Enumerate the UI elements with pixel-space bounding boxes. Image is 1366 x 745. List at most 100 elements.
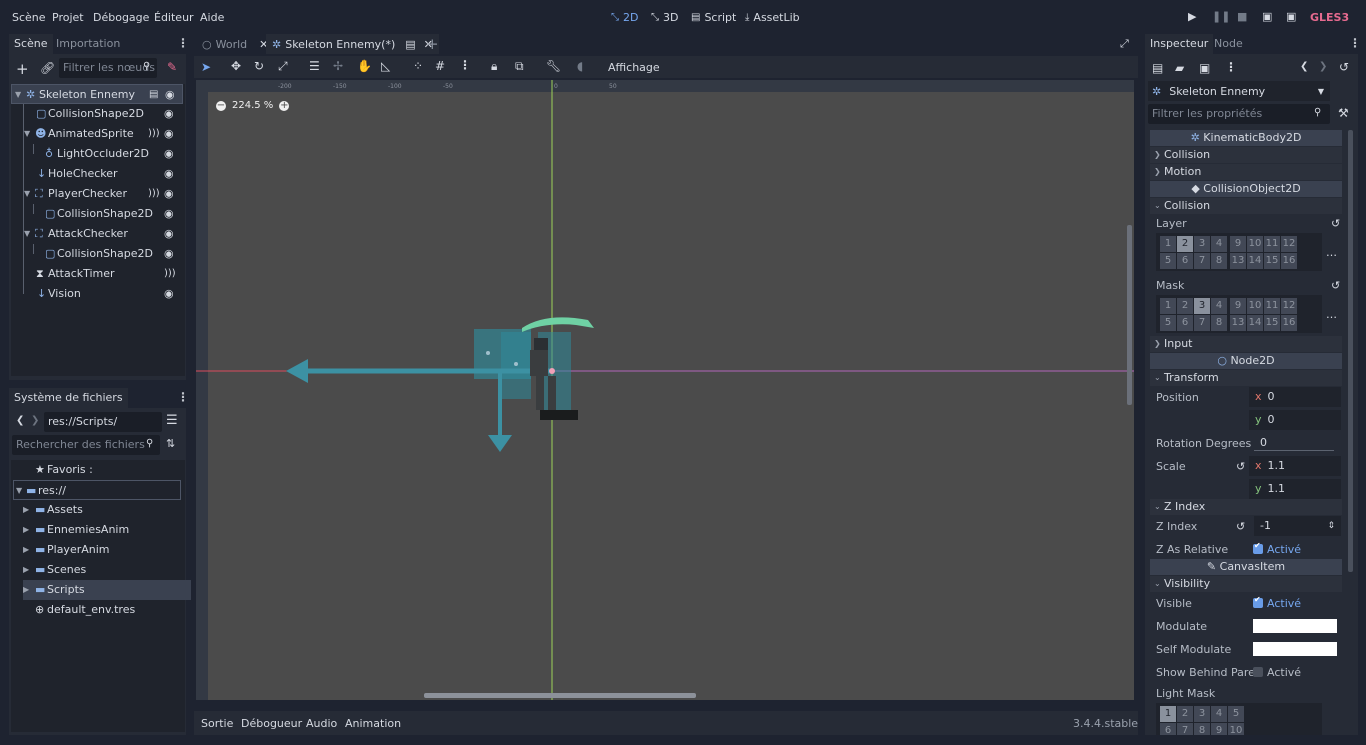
tab-script[interactable]: ▤ Script: [691, 11, 736, 24]
chevron-right-icon[interactable]: ▶: [23, 520, 29, 540]
menu-scene[interactable]: Scène: [12, 11, 46, 24]
revert-icon[interactable]: ↺: [1331, 217, 1340, 230]
tab-scene[interactable]: Scène: [9, 34, 53, 54]
mask-bit[interactable]: 9: [1230, 298, 1246, 314]
play-custom-icon[interactable]: ▣: [1286, 10, 1296, 23]
path-field[interactable]: res://Scripts/: [44, 412, 162, 432]
layer-bit[interactable]: 4: [1211, 236, 1227, 252]
category-transform[interactable]: ⌄ Transform: [1150, 370, 1342, 386]
add-tab-icon[interactable]: +: [426, 35, 439, 53]
chevron-right-icon[interactable]: ▶: [23, 500, 29, 520]
chevron-down-icon[interactable]: ▼: [16, 481, 22, 501]
back-icon[interactable]: ❮: [16, 415, 24, 426]
more-layers-icon[interactable]: …: [1326, 246, 1337, 259]
light-mask-bit[interactable]: 3: [1194, 706, 1210, 722]
pan-tool-icon[interactable]: ✋: [357, 59, 372, 73]
tab-debugger[interactable]: Débogueur: [241, 717, 302, 730]
tree-node-lightoccluder2d[interactable]: ♁ LightOccluder2D ◉: [11, 144, 183, 164]
mask-bit[interactable]: 2: [1177, 298, 1193, 314]
tree-node-playerchecker[interactable]: ▼ ⛶ PlayerChecker ))) ◉: [11, 184, 183, 204]
signal-icon[interactable]: ))): [148, 124, 160, 144]
position-y-field[interactable]: y0: [1249, 410, 1341, 430]
tree-node-vision[interactable]: ↓ Vision ◉: [11, 284, 183, 304]
position-x-field[interactable]: x0: [1249, 387, 1341, 407]
category-input[interactable]: ❯ Input: [1150, 336, 1342, 352]
chevron-right-icon[interactable]: ▶: [23, 560, 29, 580]
zoom-out-icon[interactable]: −: [216, 100, 226, 111]
tab-assetlib[interactable]: ⤓ AssetLib: [745, 11, 800, 24]
visibility-eye-icon[interactable]: ◉: [164, 284, 174, 304]
tree-node-collisionshape2d[interactable]: ▢ CollisionShape2D ◉: [11, 244, 183, 264]
scale-x-field[interactable]: x 1.1: [1249, 456, 1341, 476]
group-icon[interactable]: ⧉: [515, 59, 524, 74]
tree-node-collisionshape2d[interactable]: ▢ CollisionShape2D ◉: [11, 104, 183, 124]
layer-bit[interactable]: 12: [1281, 236, 1297, 252]
light-mask-bit[interactable]: 8: [1194, 723, 1210, 735]
dock-menu-icon[interactable]: ⋮: [177, 390, 189, 404]
tree-node-collisionshape2d[interactable]: ▢ CollisionShape2D ◉: [11, 204, 183, 224]
play-scene-icon[interactable]: ▣: [1262, 10, 1272, 23]
layer-bit[interactable]: 15: [1264, 253, 1280, 269]
list-item-scripts[interactable]: ▶ ▬ Scripts: [23, 580, 191, 600]
visibility-eye-icon[interactable]: ◉: [164, 204, 174, 224]
forward-icon[interactable]: ❯: [31, 415, 39, 426]
light-mask-bit[interactable]: 10: [1228, 723, 1244, 735]
visibility-eye-icon[interactable]: ◉: [164, 104, 174, 124]
mask-bit[interactable]: 14: [1247, 315, 1263, 331]
tree-node-attacktimer[interactable]: ⧗ AttackTimer ))): [11, 264, 183, 284]
file-search-input[interactable]: Rechercher des fichiers: [12, 435, 160, 455]
layer-bit[interactable]: 13: [1230, 253, 1246, 269]
move-tool-icon[interactable]: ✥: [231, 59, 241, 73]
select-tool-icon[interactable]: ➤: [201, 60, 211, 74]
mask-bit[interactable]: 5: [1160, 315, 1176, 331]
chevron-down-icon[interactable]: ▼: [15, 85, 21, 105]
signal-icon[interactable]: ))): [164, 264, 176, 284]
chevron-right-icon[interactable]: ▶: [23, 540, 29, 560]
visibility-eye-icon[interactable]: ◉: [164, 164, 174, 184]
tree-node-attackchecker[interactable]: ▼ ⛶ AttackChecker ◉: [11, 224, 183, 244]
category-z-index[interactable]: ⌄ Z Index: [1150, 499, 1342, 515]
tree-node-holechecker[interactable]: ↓ HoleChecker ◉: [11, 164, 183, 184]
layer-bit[interactable]: 11: [1264, 236, 1280, 252]
layer-bit[interactable]: 7: [1194, 253, 1210, 269]
mask-bit[interactable]: 4: [1211, 298, 1227, 314]
list-item-assets[interactable]: ▶ ▬ Assets: [23, 500, 191, 520]
more-layers-icon[interactable]: …: [1326, 308, 1337, 321]
renderer-selector[interactable]: GLES3: [1310, 11, 1349, 24]
object-history-icon[interactable]: ↺: [1339, 60, 1349, 74]
tab-2d[interactable]: ⤡ 2D: [611, 11, 638, 24]
mask-bit[interactable]: 6: [1177, 315, 1193, 331]
tab-filesystem[interactable]: Système de fichiers: [9, 388, 128, 408]
tab-import[interactable]: Importation: [51, 34, 125, 54]
layer-bit[interactable]: 14: [1247, 253, 1263, 269]
layer-bit[interactable]: 3: [1194, 236, 1210, 252]
menu-project[interactable]: Projet: [52, 11, 84, 24]
signal-icon[interactable]: ))): [148, 184, 160, 204]
chevron-right-icon[interactable]: ▶: [23, 580, 29, 600]
spin-arrows-icon[interactable]: ⇕: [1327, 516, 1335, 536]
light-mask-bit[interactable]: 9: [1211, 723, 1227, 735]
skeleton-icon[interactable]: 🔧︎: [546, 59, 561, 73]
tab-node[interactable]: Node: [1209, 34, 1248, 54]
section-kinematicbody2d[interactable]: ✲ KinematicBody2D: [1150, 130, 1342, 146]
menu-editor[interactable]: Éditeur: [154, 11, 194, 24]
rotate-tool-icon[interactable]: ↻: [254, 59, 264, 73]
mask-bit[interactable]: 7: [1194, 315, 1210, 331]
list-item-default-env[interactable]: ⊕ default_env.tres: [23, 600, 191, 620]
chevron-down-icon[interactable]: ▼: [24, 184, 30, 204]
z-index-spinbox[interactable]: -1 ⇕: [1254, 516, 1341, 536]
property-tools-icon[interactable]: ⚒: [1338, 106, 1349, 120]
tab-audio[interactable]: Audio: [306, 717, 337, 730]
visibility-eye-icon[interactable]: ◉: [164, 144, 174, 164]
menu-help[interactable]: Aide: [200, 11, 224, 24]
visibility-eye-icon[interactable]: ◉: [164, 124, 174, 144]
history-back-icon[interactable]: ❮: [1300, 61, 1308, 72]
light-mask-bit[interactable]: 7: [1177, 723, 1193, 735]
mask-bit[interactable]: 15: [1264, 315, 1280, 331]
visibility-eye-icon[interactable]: ◉: [164, 184, 174, 204]
canvas-viewport[interactable]: -200 -150 -100 -50 0 50 − 224.5 % +: [196, 80, 1134, 700]
chevron-down-icon[interactable]: ▼: [24, 224, 30, 244]
list-item-ennemiesanim[interactable]: ▶ ▬ EnnemiesAnim: [23, 520, 191, 540]
show-behind-parent-checkbox[interactable]: Activé: [1253, 666, 1301, 679]
mask-bit[interactable]: 1: [1160, 298, 1176, 314]
